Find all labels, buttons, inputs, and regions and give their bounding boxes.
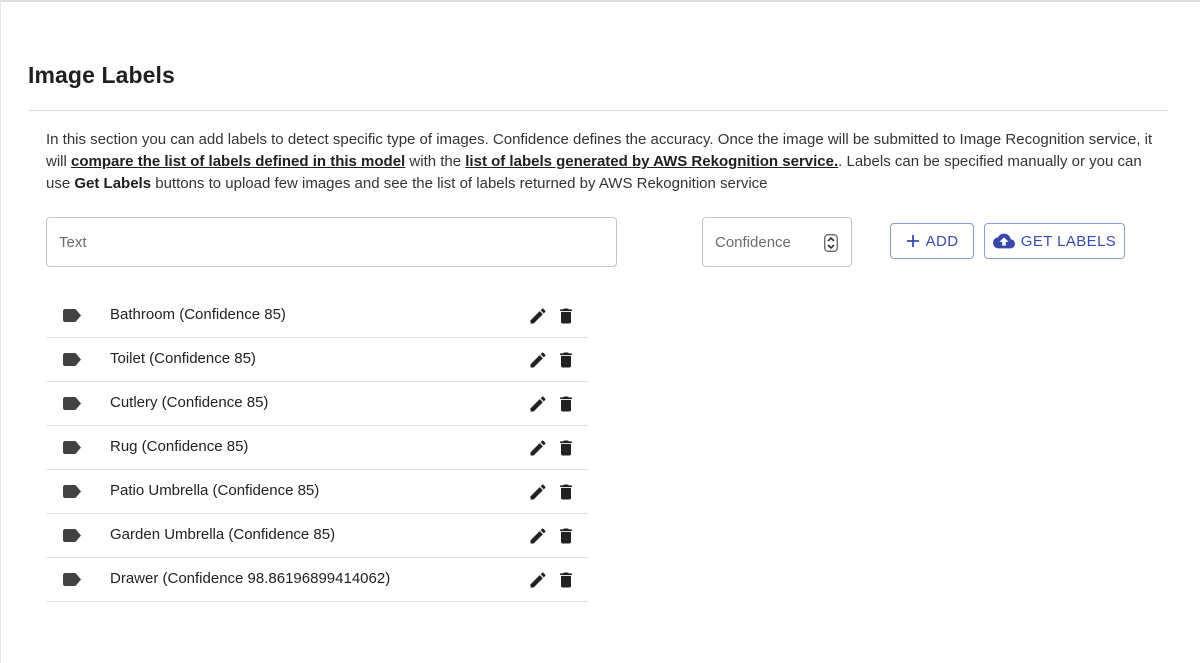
- label-text: Bathroom (Confidence 85): [110, 306, 286, 323]
- label-tag-icon: [63, 529, 81, 542]
- list-item: Rug (Confidence 85): [46, 426, 588, 470]
- section-description: In this section you can add labels to de…: [46, 129, 1161, 195]
- add-label-button[interactable]: ADD: [890, 223, 974, 259]
- list-item: Drawer (Confidence 98.86196899414062): [46, 558, 588, 602]
- list-item: Patio Umbrella (Confidence 85): [46, 470, 588, 514]
- label-text-input[interactable]: [47, 218, 616, 266]
- labels-list: Bathroom (Confidence 85) Toilet (Confide…: [46, 294, 588, 602]
- pencil-icon[interactable]: [528, 438, 548, 458]
- trash-icon[interactable]: [556, 570, 576, 590]
- label-text: Rug (Confidence 85): [110, 438, 249, 455]
- pencil-icon[interactable]: [528, 350, 548, 370]
- add-label-button-text: ADD: [925, 232, 959, 250]
- description-text-2: with the: [405, 153, 466, 170]
- pencil-icon[interactable]: [528, 570, 548, 590]
- pencil-icon[interactable]: [528, 526, 548, 546]
- trash-icon[interactable]: [556, 438, 576, 458]
- aws-rekognition-labels-link[interactable]: list of labels generated by AWS Rekognit…: [465, 153, 838, 170]
- description-text-4: buttons to upload few images and see the…: [151, 175, 768, 192]
- compare-labels-link[interactable]: compare the list of labels defined in th…: [71, 153, 405, 170]
- label-text: Garden Umbrella (Confidence 85): [110, 526, 336, 543]
- trash-icon[interactable]: [556, 526, 576, 546]
- label-tag-icon: [63, 353, 81, 366]
- title-divider: [28, 110, 1168, 111]
- get-labels-button-text: GET LABELS: [1020, 232, 1117, 250]
- trash-icon[interactable]: [556, 482, 576, 502]
- confidence-input[interactable]: [703, 218, 813, 266]
- get-labels-button[interactable]: GET LABELS: [984, 223, 1125, 259]
- list-item: Bathroom (Confidence 85): [46, 294, 588, 338]
- label-text: Toilet (Confidence 85): [110, 350, 256, 367]
- label-tag-icon: [63, 441, 81, 454]
- spinner-arrows-icon[interactable]: [824, 234, 838, 252]
- label-tag-icon: [63, 309, 81, 322]
- pencil-icon[interactable]: [528, 482, 548, 502]
- cloud-upload-icon: [992, 233, 1015, 249]
- label-text: Cutlery (Confidence 85): [110, 394, 269, 411]
- pencil-icon[interactable]: [528, 306, 548, 326]
- trash-icon[interactable]: [556, 394, 576, 414]
- pencil-icon[interactable]: [528, 394, 548, 414]
- list-item: Cutlery (Confidence 85): [46, 382, 588, 426]
- label-tag-icon: [63, 573, 81, 586]
- plus-icon: [906, 235, 919, 247]
- label-tag-icon: [63, 397, 81, 410]
- label-tag-icon: [63, 485, 81, 498]
- page-frame: Image Labels In this section you can add…: [0, 0, 1200, 663]
- confidence-field: [702, 217, 852, 267]
- trash-icon[interactable]: [556, 350, 576, 370]
- get-labels-emphasis: Get Labels: [74, 175, 152, 192]
- label-text-field: [46, 217, 617, 267]
- label-text: Drawer (Confidence 98.86196899414062): [110, 570, 391, 587]
- label-text: Patio Umbrella (Confidence 85): [110, 482, 320, 499]
- page-title: Image Labels: [28, 62, 175, 88]
- list-item: Toilet (Confidence 85): [46, 338, 588, 382]
- list-item: Garden Umbrella (Confidence 85): [46, 514, 588, 558]
- trash-icon[interactable]: [556, 306, 576, 326]
